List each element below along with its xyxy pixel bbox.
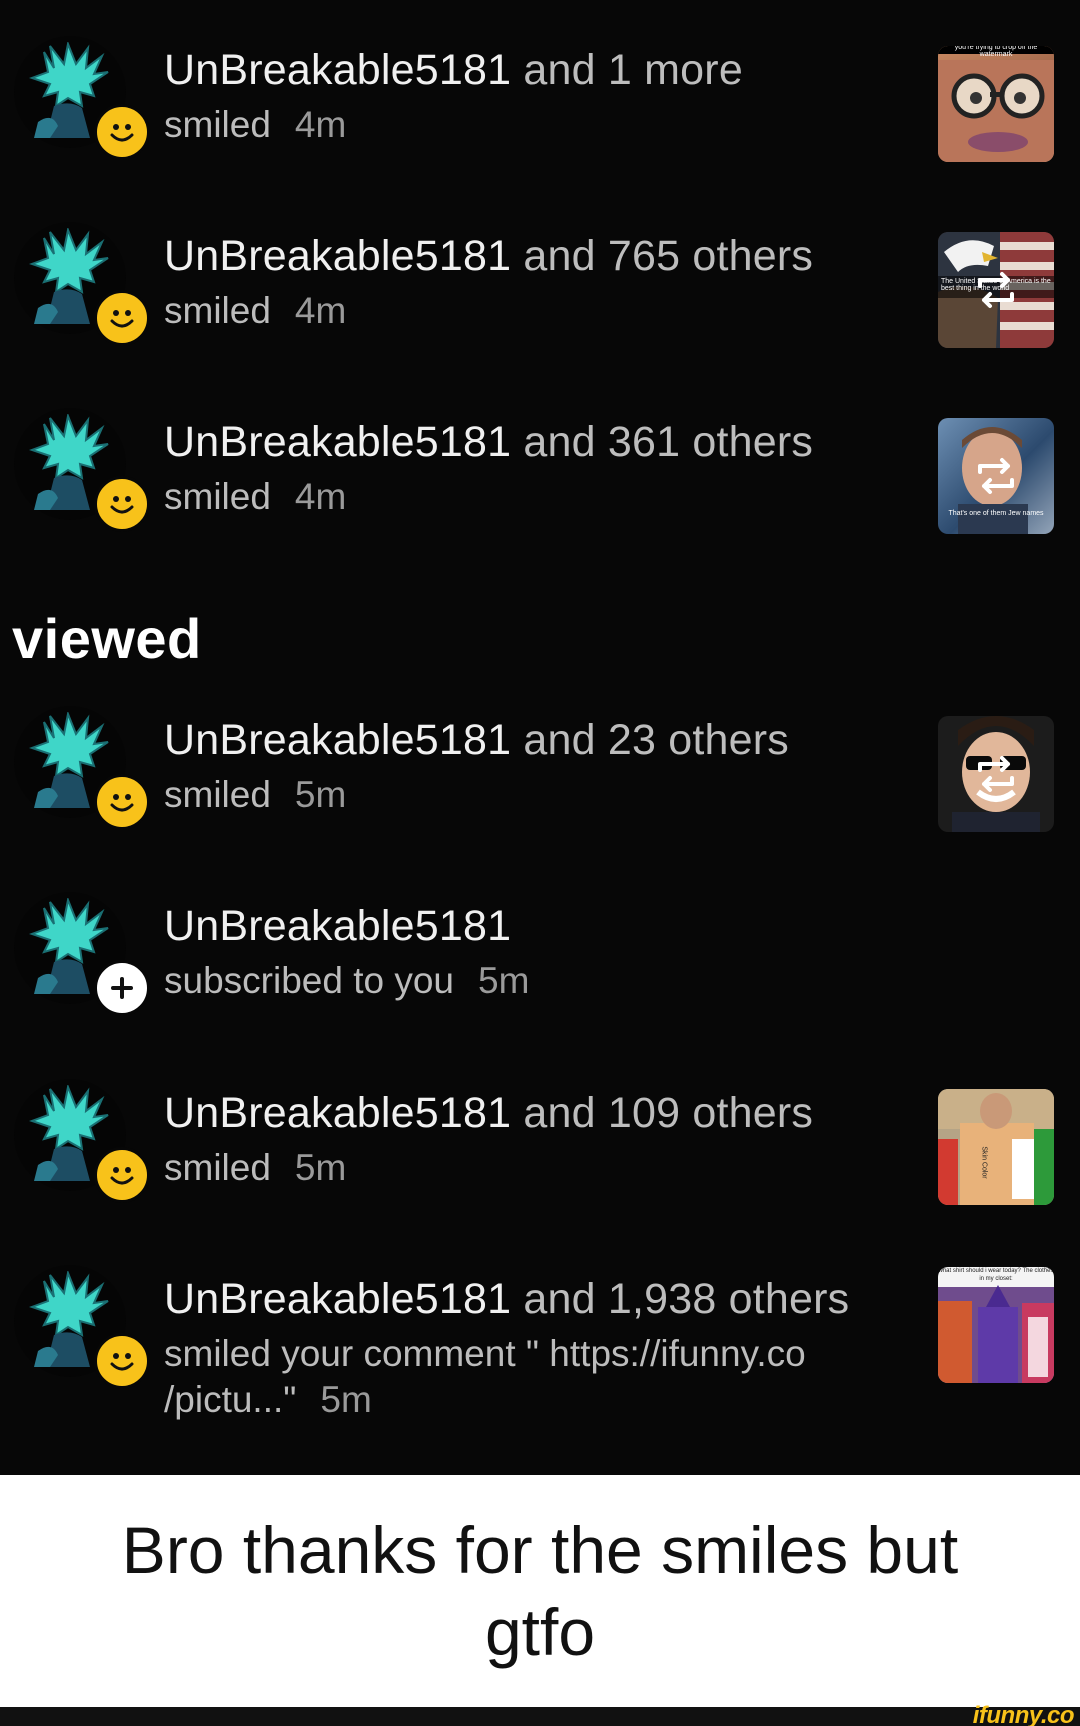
others-count: and 1 more bbox=[511, 46, 743, 94]
post-thumbnail[interactable] bbox=[938, 716, 1054, 832]
timestamp: 5m bbox=[320, 1379, 372, 1420]
action-text: smiled bbox=[164, 290, 271, 331]
smile-badge-icon bbox=[94, 476, 150, 532]
timestamp: 4m bbox=[294, 476, 347, 517]
avatar[interactable] bbox=[14, 706, 150, 830]
username-link[interactable]: UnBreakable5181 bbox=[164, 1089, 511, 1137]
avatar[interactable] bbox=[14, 36, 150, 160]
avatar[interactable] bbox=[14, 1079, 150, 1203]
notifications-feed: UnBreakable5181 and 1 more smiled 4m you'… bbox=[0, 0, 1080, 1475]
action-text: smiled bbox=[164, 1147, 271, 1188]
avatar[interactable] bbox=[14, 222, 150, 346]
action-text: smiled bbox=[164, 104, 271, 145]
username-link[interactable]: UnBreakable5181 bbox=[164, 232, 511, 280]
others-count: and 765 others bbox=[511, 232, 814, 280]
post-thumbnail[interactable]: what shirt should i wear today? The clot… bbox=[938, 1267, 1054, 1383]
post-thumbnail[interactable]: you're trying to crop off the watermark bbox=[938, 46, 1054, 162]
timestamp: 5m bbox=[294, 774, 347, 815]
glasses-face-icon bbox=[938, 60, 1054, 162]
username-link[interactable]: UnBreakable5181 bbox=[164, 902, 511, 950]
notification-row[interactable]: UnBreakable5181 and 361 others smiled 4m … bbox=[0, 408, 1080, 558]
notification-row[interactable]: UnBreakable5181 and 1 more smiled 4m you'… bbox=[0, 36, 1080, 186]
avatar[interactable] bbox=[14, 408, 150, 532]
timestamp: 4m bbox=[294, 290, 347, 331]
username-link[interactable]: UnBreakable5181 bbox=[164, 1275, 511, 1323]
repost-icon bbox=[978, 272, 1014, 308]
smile-badge-icon bbox=[94, 1147, 150, 1203]
repost-icon bbox=[978, 756, 1014, 792]
action-text: smiled your comment " https://ifunny.co … bbox=[164, 1333, 806, 1420]
others-count: and 361 others bbox=[511, 418, 814, 466]
footer-bar bbox=[0, 1707, 1080, 1726]
crayons-closet-icon bbox=[938, 1285, 1054, 1383]
notification-row[interactable]: UnBreakable5181 and 1,938 others smiled … bbox=[0, 1265, 1080, 1445]
avatar[interactable] bbox=[14, 1265, 150, 1389]
action-text: smiled bbox=[164, 476, 271, 517]
post-thumbnail[interactable]: That's one of them Jew names bbox=[938, 418, 1054, 534]
username-link[interactable]: UnBreakable5181 bbox=[164, 418, 511, 466]
thumbnail-caption: That's one of them Jew names bbox=[948, 510, 1044, 517]
meme-caption: Bro thanks for the smiles but gtfo bbox=[121, 1513, 959, 1669]
smile-badge-icon bbox=[94, 774, 150, 830]
notification-row[interactable]: UnBreakable5181 subscribed to you 5m bbox=[0, 892, 1080, 1042]
notification-row[interactable]: UnBreakable5181 and 23 others smiled 5m bbox=[0, 706, 1080, 856]
others-count: and 109 others bbox=[511, 1089, 814, 1137]
action-text: subscribed to you bbox=[164, 960, 455, 1001]
crayon-costume-icon bbox=[938, 1089, 1054, 1205]
others-count: and 23 others bbox=[511, 716, 789, 764]
thumbnail-caption: Skin Color bbox=[980, 1146, 988, 1179]
action-text: smiled bbox=[164, 774, 271, 815]
timestamp: 5m bbox=[294, 1147, 347, 1188]
meme-caption-panel: Bro thanks for the smiles but gtfo bbox=[0, 1475, 1080, 1707]
notification-row[interactable]: UnBreakable5181 and 765 others smiled 4m … bbox=[0, 222, 1080, 372]
timestamp: 5m bbox=[478, 960, 530, 1001]
smile-badge-icon bbox=[94, 104, 150, 160]
others-count: and 1,938 others bbox=[511, 1275, 850, 1323]
plus-badge-icon bbox=[94, 960, 150, 1016]
ifunny-watermark: ifunny.co bbox=[972, 1702, 1075, 1726]
username-link[interactable]: UnBreakable5181 bbox=[164, 46, 511, 94]
repost-icon bbox=[978, 458, 1014, 494]
timestamp: 4m bbox=[294, 104, 347, 145]
smile-badge-icon bbox=[94, 1333, 150, 1389]
post-thumbnail[interactable]: The United States of America is the best… bbox=[938, 232, 1054, 348]
smile-badge-icon bbox=[94, 290, 150, 346]
notification-row[interactable]: UnBreakable5181 and 109 others smiled 5m … bbox=[0, 1079, 1080, 1229]
username-link[interactable]: UnBreakable5181 bbox=[164, 716, 511, 764]
section-header-viewed: viewed bbox=[12, 607, 202, 670]
post-thumbnail[interactable]: Skin Color bbox=[938, 1089, 1054, 1205]
avatar[interactable] bbox=[14, 892, 150, 1016]
